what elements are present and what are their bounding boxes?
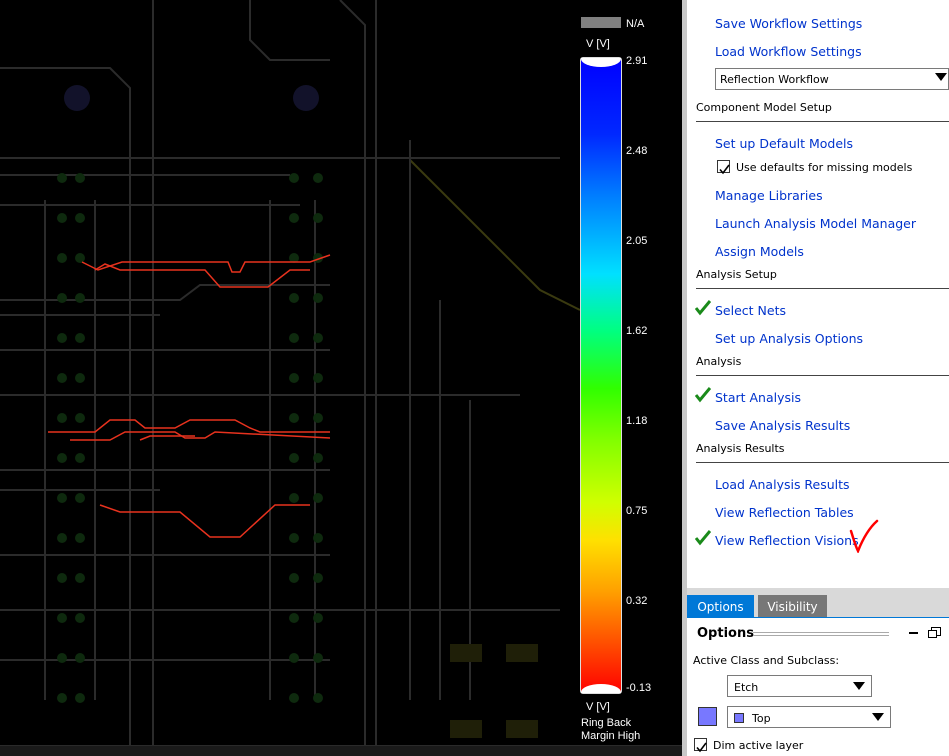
load-analysis-results-link[interactable]: Load Analysis Results — [715, 477, 850, 492]
section-divider — [696, 375, 949, 376]
legend-caption-1: Ring Back — [581, 717, 632, 729]
dim-active-layer-checkbox[interactable] — [694, 738, 707, 753]
section-component-model-setup: Component Model Setup — [696, 101, 832, 114]
section-analysis-results: Analysis Results — [696, 442, 785, 455]
view-reflection-visions-link[interactable]: View Reflection Visions — [715, 533, 859, 548]
active-class-label: Active Class and Subclass: — [693, 654, 840, 667]
handwritten-check-annotation-icon — [849, 519, 879, 553]
pcb-canvas[interactable]: N/A V [V] 2.91 2.48 2.05 1.62 1.18 0.75 … — [0, 0, 682, 745]
legend-unit-top: V [V] — [586, 38, 610, 50]
legend-na-swatch — [581, 17, 621, 28]
canvas-horizontal-scrollbar[interactable] — [0, 745, 682, 756]
layer-color-icon — [734, 713, 744, 723]
float-window-icon[interactable] — [928, 627, 941, 638]
use-defaults-checkbox[interactable] — [717, 160, 730, 175]
workflow-select[interactable]: Reflection Workflow — [715, 68, 949, 90]
dim-active-layer-label: Dim active layer — [713, 739, 804, 752]
chevron-down-icon — [853, 682, 865, 690]
legend-na-label: N/A — [626, 18, 645, 30]
workflow-panel: Save Workflow Settings Load Workflow Set… — [687, 0, 949, 588]
minimize-icon[interactable] — [909, 632, 918, 634]
legend-tick: 1.18 — [626, 415, 648, 427]
section-divider — [696, 121, 949, 122]
legend-tick: 2.91 — [626, 55, 648, 67]
legend-cap-bottom — [581, 684, 621, 693]
class-select[interactable]: Etch — [727, 675, 872, 697]
workflow-select-value: Reflection Workflow — [720, 73, 829, 86]
checkmark-icon — [696, 742, 707, 753]
class-select-value: Etch — [734, 681, 759, 694]
manage-libraries-link[interactable]: Manage Libraries — [715, 188, 823, 203]
section-analysis: Analysis — [696, 355, 742, 368]
setup-default-models-link[interactable]: Set up Default Models — [715, 136, 853, 151]
chevron-down-icon — [935, 73, 947, 81]
options-panel: Options Active Class and Subclass: Etch … — [687, 617, 949, 756]
use-defaults-label: Use defaults for missing models — [736, 161, 913, 174]
tab-options[interactable]: Options — [687, 595, 754, 617]
subclass-select-value: Top — [752, 712, 771, 725]
panel-grip[interactable] — [753, 632, 889, 636]
tab-visibility[interactable]: Visibility — [758, 595, 827, 617]
save-analysis-results-link[interactable]: Save Analysis Results — [715, 418, 850, 433]
legend-tick: 0.32 — [626, 595, 648, 607]
select-nets-link[interactable]: Select Nets — [715, 303, 786, 318]
small-pads — [450, 644, 538, 738]
completed-check-icon — [695, 387, 711, 403]
legend-tick: 2.48 — [626, 145, 648, 157]
legend-tick: 2.05 — [626, 235, 648, 247]
completed-check-icon — [695, 300, 711, 316]
assign-models-link[interactable]: Assign Models — [715, 244, 804, 259]
load-workflow-settings-link[interactable]: Load Workflow Settings — [715, 44, 862, 59]
layer-color-swatch[interactable] — [698, 707, 717, 726]
checkmark-icon — [719, 164, 730, 175]
legend-unit-bottom: V [V] — [586, 701, 610, 713]
legend-tick: -0.13 — [626, 682, 652, 694]
legend-tick: 0.75 — [626, 505, 648, 517]
chevron-down-icon — [872, 713, 884, 721]
section-divider — [696, 462, 949, 463]
background-traces — [0, 0, 581, 745]
section-divider — [696, 288, 949, 289]
legend-color-bar — [580, 57, 622, 694]
legend-tick: 1.62 — [626, 325, 648, 337]
view-reflection-tables-link[interactable]: View Reflection Tables — [715, 505, 854, 520]
save-workflow-settings-link[interactable]: Save Workflow Settings — [715, 16, 862, 31]
section-analysis-setup: Analysis Setup — [696, 268, 777, 281]
subclass-select[interactable]: Top — [727, 706, 891, 728]
start-analysis-link[interactable]: Start Analysis — [715, 390, 801, 405]
completed-check-icon — [695, 530, 711, 546]
mounting-holes — [64, 85, 319, 111]
options-title: Options — [697, 626, 754, 641]
setup-analysis-options-link[interactable]: Set up Analysis Options — [715, 331, 863, 346]
legend-caption-2: Margin High — [581, 730, 641, 742]
launch-analysis-model-manager-link[interactable]: Launch Analysis Model Manager — [715, 216, 916, 231]
